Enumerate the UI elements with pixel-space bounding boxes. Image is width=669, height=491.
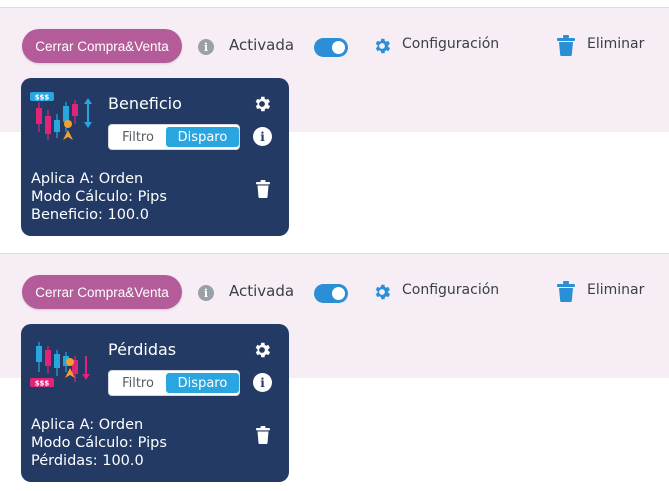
applies-to-text: Aplica A: Orden [31, 171, 144, 187]
gear-icon[interactable] [372, 36, 392, 56]
configuration-link[interactable]: Configuración [402, 282, 499, 298]
filter-trigger-switch: Filtro Disparo [108, 370, 240, 396]
rule-card: $$$ Beneficio Filtro Disparo i Aplica A:… [21, 78, 289, 236]
toggle-knob [332, 41, 345, 54]
value-text: Pérdidas: 100.0 [31, 453, 144, 469]
filter-trigger-switch: Filtro Disparo [108, 124, 240, 150]
delete-link[interactable]: Eliminar [587, 282, 644, 298]
close-buy-sell-button[interactable]: Cerrar Compra&Venta [22, 275, 182, 309]
rule-panel-profit: Cerrar Compra&Venta i Activada Configura… [0, 7, 669, 245]
card-details: Aplica A: Orden Modo Cálculo: Pips Benef… [31, 170, 167, 224]
activated-label: Activada [229, 282, 295, 300]
gear-icon[interactable] [372, 282, 392, 302]
activated-toggle[interactable] [314, 38, 348, 57]
rule-card: $$$ Pérdidas Filtro Disparo i Aplica A: … [21, 324, 289, 482]
tab-filter[interactable]: Filtro [113, 373, 163, 393]
candlestick-chart-icon: $$$ [30, 342, 90, 387]
candlestick-chart-icon: $$$ [30, 92, 92, 140]
close-buy-sell-button[interactable]: Cerrar Compra&Venta [22, 29, 182, 63]
applies-to-text: Aplica A: Orden [31, 417, 144, 433]
card-title: Beneficio [108, 94, 182, 113]
calc-mode-text: Modo Cálculo: Pips [31, 189, 167, 205]
card-info-icon[interactable]: i [253, 127, 272, 146]
configuration-link[interactable]: Configuración [402, 36, 499, 52]
card-settings-icon[interactable] [252, 340, 272, 360]
delete-link[interactable]: Eliminar [587, 36, 644, 52]
money-badge: $$$ [35, 379, 50, 387]
info-icon[interactable]: i [198, 285, 214, 301]
card-trash-icon[interactable] [256, 426, 270, 444]
activated-label: Activada [229, 36, 295, 54]
card-trash-icon[interactable] [256, 180, 270, 198]
tab-trigger[interactable]: Disparo [166, 127, 239, 147]
rule-panel-loss: Cerrar Compra&Venta i Activada Configura… [0, 253, 669, 491]
tab-filter[interactable]: Filtro [113, 127, 163, 147]
card-title: Pérdidas [108, 340, 177, 359]
card-settings-icon[interactable] [252, 94, 272, 114]
calc-mode-text: Modo Cálculo: Pips [31, 435, 167, 451]
value-text: Beneficio: 100.0 [31, 207, 149, 223]
money-badge: $$$ [35, 93, 50, 101]
trash-icon[interactable] [557, 35, 575, 56]
info-icon[interactable]: i [198, 39, 214, 55]
card-info-icon[interactable]: i [253, 373, 272, 392]
tab-trigger[interactable]: Disparo [166, 373, 239, 393]
trash-icon[interactable] [557, 281, 575, 302]
activated-toggle[interactable] [314, 284, 348, 303]
card-details: Aplica A: Orden Modo Cálculo: Pips Pérdi… [31, 416, 167, 470]
toggle-knob [332, 287, 345, 300]
